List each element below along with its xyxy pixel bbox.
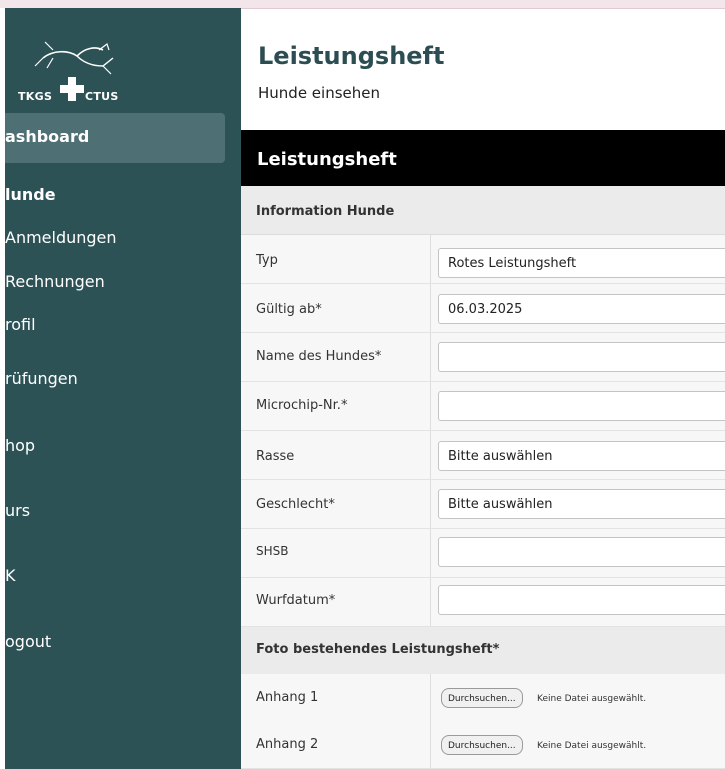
label-shsb: SHSB xyxy=(256,544,289,558)
sidebar-item-pruefungen[interactable]: rüfungen xyxy=(5,369,78,388)
browse-button-1[interactable]: Durchsuchen... xyxy=(441,688,523,708)
sidebar: TKGS CTUS ashboard lunde Anmeldungen Rec… xyxy=(5,8,241,769)
sidebar-item-hunde[interactable]: lunde xyxy=(5,185,56,204)
typ-select[interactable]: Rotes Leistungsheft xyxy=(438,248,725,278)
logo-text-right: CTUS xyxy=(85,90,119,103)
microchip-input[interactable] xyxy=(438,391,725,421)
gueltig-ab-input[interactable]: 06.03.2025 xyxy=(438,294,725,324)
label-wurfdatum: Wurfdatum* xyxy=(256,593,336,608)
sidebar-item-shop[interactable]: hop xyxy=(5,436,35,455)
label-typ: Typ xyxy=(256,253,278,268)
panel-title: Leistungsheft xyxy=(257,149,397,170)
logo[interactable]: TKGS CTUS xyxy=(13,28,163,108)
label-geschlecht: Geschlecht* xyxy=(256,497,335,512)
page-title: Leistungsheft xyxy=(258,42,445,70)
cell-divider xyxy=(430,382,431,430)
page-subtitle: Hunde einsehen xyxy=(258,84,380,102)
dog-logo-icon xyxy=(34,41,114,75)
browse-button-2[interactable]: Durchsuchen... xyxy=(441,735,523,755)
name-des-hundes-input[interactable] xyxy=(438,342,725,372)
label-gueltig-ab: Gültig ab* xyxy=(256,302,322,317)
section-label-information: Information Hunde xyxy=(256,204,395,219)
sidebar-item-kurs[interactable]: urs xyxy=(5,501,30,520)
cell-divider xyxy=(430,578,431,626)
cell-divider xyxy=(430,284,431,332)
file-status-1: Keine Datei ausgewählt. xyxy=(537,694,647,704)
cell-divider xyxy=(430,480,431,528)
file-status-2: Keine Datei ausgewählt. xyxy=(537,741,647,751)
label-anhang-2: Anhang 2 xyxy=(256,737,319,752)
cell-divider xyxy=(430,720,431,768)
cell-divider xyxy=(430,529,431,577)
label-anhang-1: Anhang 1 xyxy=(256,690,319,705)
logo-text-left: TKGS xyxy=(18,90,53,103)
swiss-cross-icon xyxy=(60,77,84,101)
label-microchip: Microchip-Nr.* xyxy=(256,398,348,413)
sidebar-item-anmeldungen[interactable]: Anmeldungen xyxy=(5,228,117,247)
section-label-foto: Foto bestehendes Leistungsheft* xyxy=(256,642,500,657)
rasse-select[interactable]: Bitte auswählen xyxy=(438,441,725,471)
sidebar-item-dashboard[interactable]: ashboard xyxy=(5,127,89,146)
cell-divider xyxy=(430,333,431,381)
sidebar-item-k[interactable]: K xyxy=(5,566,16,585)
label-rasse: Rasse xyxy=(256,449,295,464)
geschlecht-select[interactable]: Bitte auswählen xyxy=(438,489,725,519)
shsb-input[interactable] xyxy=(438,537,725,567)
cell-divider xyxy=(430,235,431,283)
wurfdatum-input[interactable] xyxy=(438,585,725,615)
sidebar-item-profil[interactable]: rofil xyxy=(5,315,36,334)
label-name-des-hundes: Name des Hundes* xyxy=(256,349,382,364)
sidebar-item-rechnungen[interactable]: Rechnungen xyxy=(5,272,105,291)
cell-divider xyxy=(430,431,431,479)
sidebar-item-logout[interactable]: ogout xyxy=(5,632,51,651)
cell-divider xyxy=(430,674,431,722)
